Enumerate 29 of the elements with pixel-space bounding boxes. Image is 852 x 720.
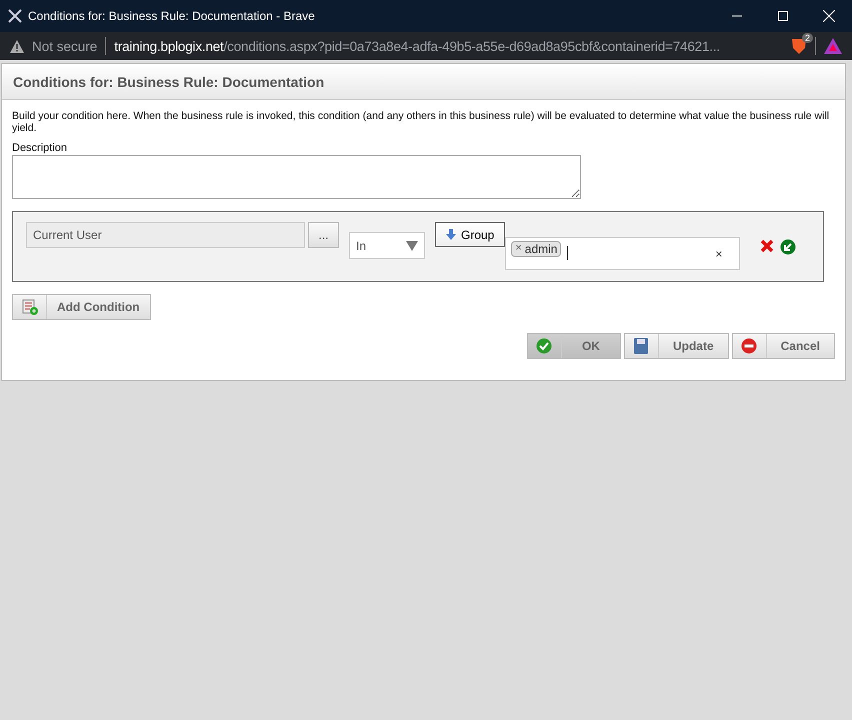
dropdown-arrow-icon <box>406 240 418 250</box>
close-icon <box>823 10 835 22</box>
url-text[interactable]: training.bplogix.net/conditions.aspx?pid=0a73a8e4-adfa-49b5-a55e-d69ad8a95cbf&containerid=74621... <box>114 38 783 54</box>
shields-count: 2 <box>802 33 813 43</box>
group-button[interactable]: Group <box>435 222 506 247</box>
window-title: Conditions for: Business Rule: Documentation - Brave <box>28 9 316 23</box>
cancel-button[interactable]: Cancel <box>732 333 835 359</box>
add-condition-button[interactable]: Add Condition <box>12 294 151 320</box>
maximize-icon <box>778 11 788 21</box>
warning-icon <box>10 40 24 52</box>
browse-button[interactable]: ... <box>308 222 339 248</box>
no-entry-icon <box>741 338 758 354</box>
clear-button[interactable]: × <box>715 247 722 261</box>
description-label: Description <box>12 142 68 154</box>
list-add-icon <box>22 299 38 315</box>
operator-select[interactable]: In <box>349 232 425 259</box>
intro-text: Build your condition here. When the business rule is invoked, this condition (and any others in this business rule) will be evaluated to determine what value the business rule will yield. <box>12 110 830 134</box>
triangle-icon[interactable] <box>824 38 842 54</box>
field-input[interactable]: Current User <box>26 222 305 248</box>
arrow-circle-icon[interactable] <box>780 239 796 255</box>
delete-icon[interactable] <box>760 239 774 253</box>
app-icon <box>8 9 22 23</box>
down-arrow-icon <box>446 229 456 240</box>
tag-field[interactable]: × admin × <box>505 237 740 270</box>
security-label[interactable]: Not secure <box>32 38 98 54</box>
update-button[interactable]: Update <box>624 333 729 359</box>
description-field[interactable] <box>12 155 581 199</box>
check-icon <box>536 338 552 354</box>
tag-chip[interactable]: × admin <box>511 241 562 257</box>
